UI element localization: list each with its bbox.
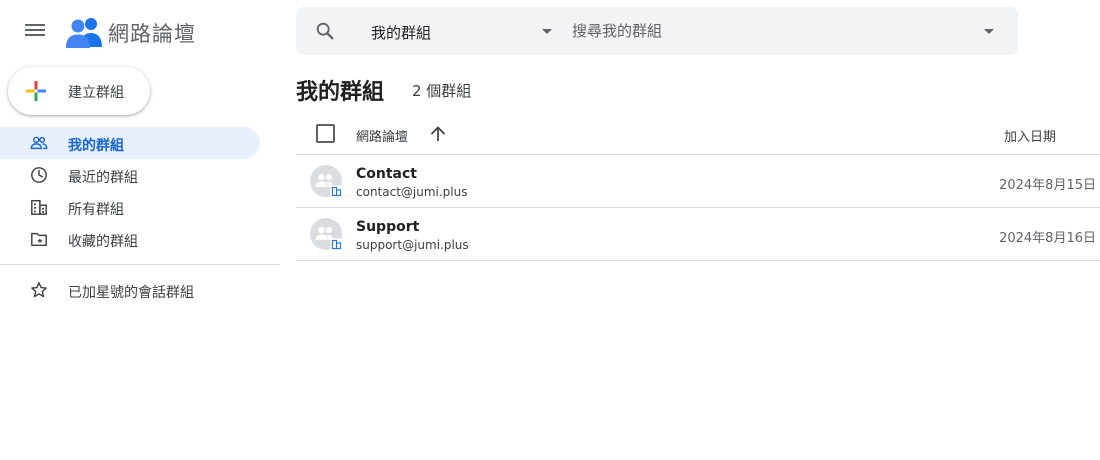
table-row[interactable]: Support support@jumi.plus 2024年8月16日	[296, 208, 1100, 261]
arrow-up-sort-icon[interactable]	[428, 124, 448, 144]
sidebar-divider	[0, 264, 280, 265]
search-icon[interactable]	[314, 20, 336, 42]
create-group-label: 建立群組	[68, 85, 124, 101]
sidebar-item-starred-conversations[interactable]: 已加星號的會話群組	[0, 274, 260, 306]
search-input[interactable]	[572, 15, 952, 47]
sidebar-item-label: 最近的群組	[68, 170, 138, 186]
sidebar-item-label: 我的群組	[68, 138, 124, 154]
sidebar-item-label: 收藏的群組	[68, 234, 138, 250]
groups-table: 網路論壇 加入日期 Contact contact@jumi.plus 2024…	[296, 113, 1100, 261]
create-group-button[interactable]: 建立群組	[8, 67, 150, 115]
people-icon	[30, 136, 48, 150]
groups-logo-icon[interactable]	[66, 15, 102, 49]
group-avatar-icon	[310, 165, 343, 198]
group-name: Support	[356, 219, 420, 235]
table-row[interactable]: Contact contact@jumi.plus 2024年8月15日	[296, 155, 1100, 208]
building-icon	[31, 199, 47, 215]
search-scope-dropdown[interactable]: 我的群組	[356, 7, 556, 55]
column-header-name[interactable]: 網路論壇	[356, 126, 408, 145]
select-all-checkbox[interactable]	[316, 124, 335, 143]
chevron-down-icon	[542, 29, 552, 34]
group-count: 2 個群組	[412, 82, 472, 100]
column-header-join-date[interactable]: 加入日期	[1004, 126, 1056, 145]
app-title[interactable]: 網路論壇	[108, 18, 196, 48]
search-bar: 我的群組	[296, 7, 1018, 55]
table-header: 網路論壇 加入日期	[296, 113, 1100, 155]
sidebar-item-all-groups[interactable]: 所有群組	[0, 191, 260, 223]
hamburger-menu-icon	[25, 24, 45, 26]
group-email: support@jumi.plus	[356, 238, 469, 252]
clock-icon	[31, 167, 47, 183]
page-title: 我的群組	[296, 80, 385, 105]
sidebar-item-recent-groups[interactable]: 最近的群組	[0, 159, 260, 191]
join-date: 2024年8月15日	[999, 178, 1096, 193]
star-icon	[31, 282, 47, 298]
search-scope-label: 我的群組	[371, 24, 432, 42]
folder-star-icon	[31, 232, 47, 247]
group-name: Contact	[356, 166, 417, 182]
sidebar-item-my-groups[interactable]: 我的群組	[0, 127, 260, 159]
group-email: contact@jumi.plus	[356, 185, 468, 199]
app-root: 網路論壇 我的群組 建立群組 我的群組	[0, 0, 1100, 460]
search-options-dropdown-icon[interactable]	[984, 29, 994, 34]
sidebar-nav: 我的群組 最近的群組 所有群組 收藏的群組 已加星號的會話群組	[0, 127, 280, 306]
sidebar-item-favorite-groups[interactable]: 收藏的群組	[0, 223, 260, 255]
sidebar-item-label: 已加星號的會話群組	[68, 285, 194, 301]
plus-icon	[26, 81, 46, 101]
sidebar-item-label: 所有群組	[68, 202, 124, 218]
join-date: 2024年8月16日	[999, 231, 1096, 246]
group-avatar-icon	[310, 218, 343, 251]
main-menu-button[interactable]	[24, 21, 46, 41]
